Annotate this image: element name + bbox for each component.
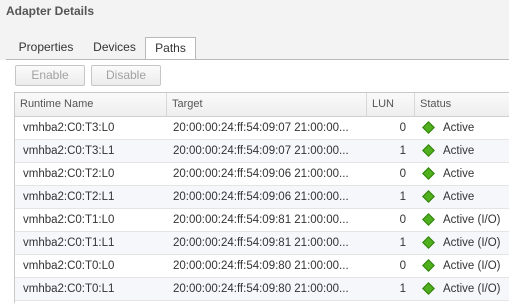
green-diamond-icon bbox=[422, 143, 435, 157]
runtime-name-cell: vmhba2:C0:T2:L1 bbox=[23, 191, 115, 203]
title-bar: Adapter Details bbox=[0, 0, 509, 26]
enable-button[interactable]: Enable bbox=[15, 65, 85, 86]
runtime-name-cell: vmhba2:C0:T0:L1 bbox=[23, 283, 115, 295]
column-header-lun[interactable]: LUN bbox=[367, 93, 415, 116]
table-row[interactable]: vmhba2:C0:T1:L0 20:00:00:24:ff:54:09:81 2… bbox=[15, 209, 509, 232]
green-diamond-icon bbox=[422, 189, 435, 203]
tab-divider bbox=[6, 59, 509, 60]
status-cell: Active bbox=[415, 140, 509, 162]
table-row[interactable]: vmhba2:C0:T0:L0 20:00:00:24:ff:54:09:80 2… bbox=[15, 255, 509, 278]
column-header-runtime-name[interactable]: Runtime Name bbox=[15, 93, 167, 116]
status-cell: Active (I/O) bbox=[415, 278, 509, 300]
column-header-target[interactable]: Target bbox=[167, 93, 367, 116]
status-text: Active (I/O) bbox=[443, 260, 501, 272]
lun-cell: 0 bbox=[399, 122, 406, 134]
status-text: Active bbox=[443, 145, 475, 157]
target-cell: 20:00:00:24:ff:54:09:80 21:00:00... bbox=[173, 283, 349, 295]
status-text: Active (I/O) bbox=[443, 283, 501, 295]
target-cell: 20:00:00:24:ff:54:09:07 21:00:00... bbox=[173, 145, 349, 157]
green-diamond-icon bbox=[422, 212, 435, 226]
target-cell: 20:00:00:24:ff:54:09:81 21:00:00... bbox=[173, 237, 349, 249]
tab-paths[interactable]: Paths bbox=[145, 37, 196, 60]
green-diamond-icon bbox=[422, 281, 435, 295]
lun-cell: 0 bbox=[399, 168, 406, 180]
green-diamond-icon bbox=[422, 258, 435, 272]
status-cell: Active (I/O) bbox=[415, 209, 509, 231]
runtime-name-cell: vmhba2:C0:T1:L1 bbox=[23, 237, 115, 249]
grid-body: vmhba2:C0:T3:L0 20:00:00:24:ff:54:09:07 2… bbox=[15, 117, 509, 301]
table-row[interactable]: vmhba2:C0:T0:L1 20:00:00:24:ff:54:09:80 2… bbox=[15, 278, 509, 301]
green-diamond-icon bbox=[422, 235, 435, 249]
tab-properties[interactable]: Properties bbox=[11, 38, 81, 59]
lun-cell: 1 bbox=[399, 191, 406, 203]
status-cell: Active bbox=[415, 163, 509, 185]
table-row[interactable]: vmhba2:C0:T1:L1 20:00:00:24:ff:54:09:81 2… bbox=[15, 232, 509, 255]
table-row[interactable]: vmhba2:C0:T3:L1 20:00:00:24:ff:54:09:07 2… bbox=[15, 140, 509, 163]
lun-cell: 1 bbox=[399, 145, 406, 157]
runtime-name-cell: vmhba2:C0:T3:L1 bbox=[23, 145, 115, 157]
table-row[interactable]: vmhba2:C0:T3:L0 20:00:00:24:ff:54:09:07 2… bbox=[15, 117, 509, 140]
runtime-name-cell: vmhba2:C0:T1:L0 bbox=[23, 214, 115, 226]
runtime-name-cell: vmhba2:C0:T0:L0 bbox=[23, 260, 115, 272]
grid-header: Runtime Name Target LUN Status bbox=[15, 93, 509, 117]
status-text: Active (I/O) bbox=[443, 237, 501, 249]
status-cell: Active bbox=[415, 186, 509, 208]
status-text: Active bbox=[443, 122, 475, 134]
target-cell: 20:00:00:24:ff:54:09:06 21:00:00... bbox=[173, 191, 349, 203]
status-text: Active bbox=[443, 168, 475, 180]
lun-cell: 1 bbox=[399, 237, 406, 249]
tab-strip: Properties Devices Paths bbox=[0, 26, 509, 60]
lun-cell: 0 bbox=[399, 260, 406, 272]
lun-cell: 1 bbox=[399, 283, 406, 295]
status-text: Active bbox=[443, 191, 475, 203]
runtime-name-cell: vmhba2:C0:T2:L0 bbox=[23, 168, 115, 180]
panel-title: Adapter Details bbox=[6, 4, 95, 18]
status-cell: Active bbox=[415, 117, 509, 139]
target-cell: 20:00:00:24:ff:54:09:81 21:00:00... bbox=[173, 214, 349, 226]
status-cell: Active (I/O) bbox=[415, 232, 509, 254]
tab-devices[interactable]: Devices bbox=[86, 38, 143, 59]
table-row[interactable]: vmhba2:C0:T2:L0 20:00:00:24:ff:54:09:06 2… bbox=[15, 163, 509, 186]
table-row[interactable]: vmhba2:C0:T2:L1 20:00:00:24:ff:54:09:06 2… bbox=[15, 186, 509, 209]
green-diamond-icon bbox=[422, 166, 435, 180]
paths-grid: Runtime Name Target LUN Status vmhba2:C0… bbox=[14, 92, 509, 303]
status-text: Active (I/O) bbox=[443, 214, 501, 226]
column-header-status[interactable]: Status bbox=[415, 93, 509, 116]
runtime-name-cell: vmhba2:C0:T3:L0 bbox=[23, 122, 115, 134]
status-cell: Active (I/O) bbox=[415, 255, 509, 277]
target-cell: 20:00:00:24:ff:54:09:80 21:00:00... bbox=[173, 260, 349, 272]
target-cell: 20:00:00:24:ff:54:09:07 21:00:00... bbox=[173, 122, 349, 134]
lun-cell: 0 bbox=[399, 214, 406, 226]
green-diamond-icon bbox=[422, 120, 435, 134]
target-cell: 20:00:00:24:ff:54:09:06 21:00:00... bbox=[173, 168, 349, 180]
disable-button[interactable]: Disable bbox=[91, 65, 161, 86]
